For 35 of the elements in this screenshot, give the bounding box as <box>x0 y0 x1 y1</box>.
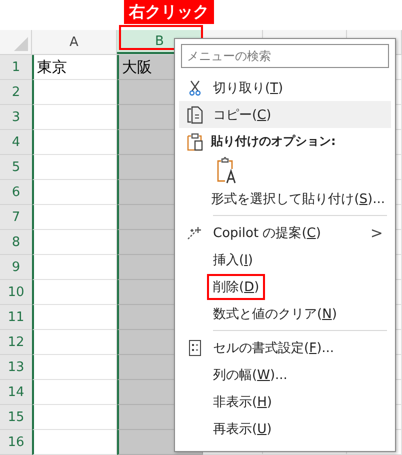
row-header[interactable]: 4 <box>0 130 32 155</box>
menu-item[interactable]: セルの書式設定(F)... <box>179 334 391 361</box>
row-header[interactable]: 9 <box>0 255 32 280</box>
menu-item[interactable]: 再表示(U) <box>179 415 391 442</box>
menu-item[interactable]: 非表示(H) <box>179 388 391 415</box>
row-header[interactable]: 10 <box>0 280 32 305</box>
row-header[interactable]: 14 <box>0 380 32 405</box>
sparkle-icon <box>187 226 203 240</box>
row-header[interactable]: 16 <box>0 430 32 455</box>
row-header[interactable]: 12 <box>0 330 32 355</box>
menu-item[interactable]: 列の幅(W)... <box>179 361 391 388</box>
submenu-arrow-icon: > <box>370 224 383 242</box>
menu-item[interactable]: Copilot の提案(C) > <box>179 219 391 246</box>
menu-search-field[interactable]: メニューの検索 <box>181 44 389 68</box>
row-header[interactable]: 2 <box>0 80 32 105</box>
row-header[interactable]: 1 <box>0 55 32 80</box>
scissors-icon <box>189 80 201 96</box>
menu-item[interactable]: コピー(C) <box>179 101 391 128</box>
row-header[interactable]: 13 <box>0 355 32 380</box>
row-header[interactable]: 3 <box>0 105 32 130</box>
copy-icon <box>187 106 203 124</box>
row-header[interactable]: 5 <box>0 155 32 180</box>
row-header[interactable]: 6 <box>0 180 32 205</box>
format-cells-icon <box>189 340 201 356</box>
row-header[interactable]: 8 <box>0 230 32 255</box>
clipboard-icon <box>187 132 203 150</box>
menu-item[interactable]: 挿入(I) <box>179 246 391 273</box>
row-header[interactable]: 7 <box>0 205 32 230</box>
menu-section-label: 貼り付けのオプション: <box>211 133 336 150</box>
menu-item[interactable]: 削除(D) <box>179 273 391 300</box>
menu-item[interactable]: 形式を選択して貼り付け(S)... <box>179 185 391 212</box>
callout-label: 右クリック <box>124 0 214 24</box>
menu-item[interactable]: 数式と値のクリア(N) <box>179 300 391 327</box>
row-header[interactable]: 15 <box>0 405 32 430</box>
row-header[interactable]: 11 <box>0 305 32 330</box>
